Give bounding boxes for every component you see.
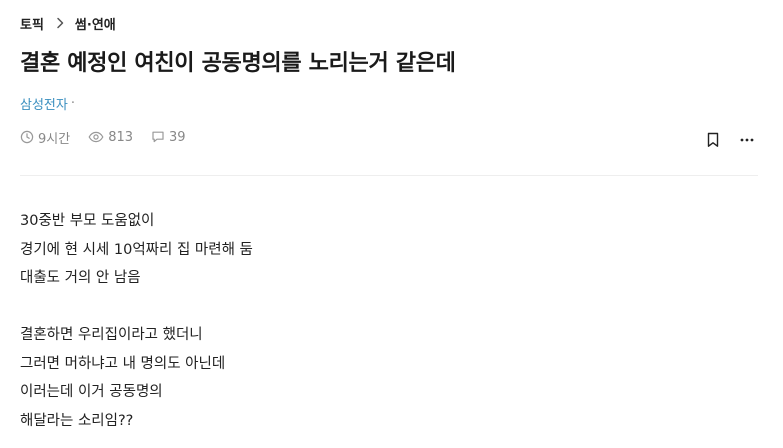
bookmark-button[interactable] bbox=[702, 129, 724, 151]
author-company-link[interactable]: 삼성전자 bbox=[20, 94, 68, 113]
post-time-label: 9시간 bbox=[38, 131, 71, 147]
post-meta: 9시간 813 39 bbox=[20, 127, 758, 147]
breadcrumb-category-link[interactable]: 썸·연애 bbox=[75, 14, 116, 33]
post-body-line: 30중반 부모 도움없이 bbox=[20, 213, 155, 229]
post-body-line: 대출도 거의 안 남음 bbox=[20, 270, 141, 286]
post-body-line: 경기에 현 시세 10억짜리 집 마련해 둠 bbox=[20, 241, 253, 258]
post-body-line: 이러는데 이거 공동명의 bbox=[20, 384, 163, 400]
post-time: 9시간 bbox=[20, 128, 70, 147]
content-divider bbox=[20, 175, 758, 176]
post-body: 30중반 부모 도움없이 경기에 현 시세 10억짜리 집 마련해 둠 대출도 … bbox=[20, 207, 253, 435]
breadcrumb: 토픽 썸·연애 bbox=[20, 13, 116, 33]
post-views-count: 813 bbox=[108, 129, 134, 145]
author-row: 삼성전자 · bbox=[20, 94, 75, 113]
post-body-blank-line bbox=[20, 293, 253, 322]
post-views: 813 bbox=[88, 130, 133, 145]
post-body-line: 결혼하면 우리집이라고 했더니 bbox=[20, 327, 203, 343]
clock-icon bbox=[20, 130, 34, 144]
post-title: 결혼 예정인 여친이 공동명의를 노리는거 같은데 bbox=[20, 51, 456, 76]
post-actions bbox=[702, 129, 758, 151]
chevron-right-icon bbox=[54, 17, 66, 29]
author-separator: · bbox=[70, 96, 75, 111]
post-comments[interactable]: 39 bbox=[151, 130, 186, 145]
eye-icon bbox=[88, 131, 104, 143]
post-body-line: 해달라는 소리임?? bbox=[20, 412, 134, 429]
more-options-button[interactable] bbox=[736, 129, 758, 151]
post-comments-count: 39 bbox=[169, 129, 186, 145]
bookmark-icon bbox=[707, 132, 719, 147]
speech-bubble-icon bbox=[152, 131, 164, 143]
post-body-line: 그러면 머하냐고 내 명의도 아닌데 bbox=[20, 355, 226, 372]
breadcrumb-topic-link[interactable]: 토픽 bbox=[20, 14, 44, 33]
more-horizontal-icon bbox=[740, 138, 754, 142]
